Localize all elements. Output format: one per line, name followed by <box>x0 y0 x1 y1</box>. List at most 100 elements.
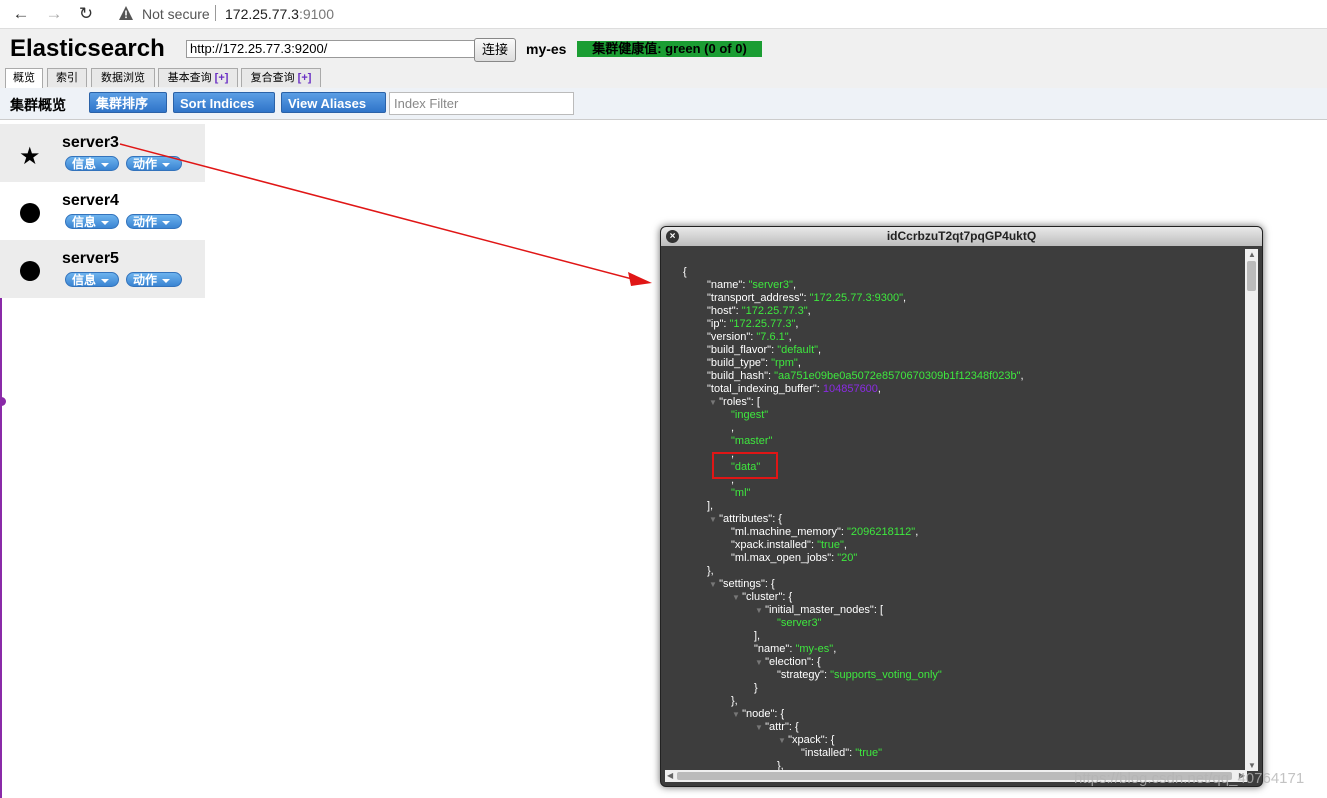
json-line: ▼ "initial_master_nodes": [ <box>755 604 883 617</box>
json-line: ▼ "attr": { <box>755 721 799 734</box>
collapse-triangle-icon[interactable]: ▼ <box>709 398 719 407</box>
json-line: ▼ "cluster": { <box>732 591 792 604</box>
json-line: ▼ "settings": { <box>709 578 775 591</box>
json-number: 104857600 <box>822 383 878 395</box>
vertical-scrollbar[interactable]: ▲ ▼ <box>1245 249 1258 771</box>
json-value: "master" <box>731 435 773 447</box>
json-key: "build_hash": <box>707 370 775 382</box>
json-comma: , <box>903 292 907 304</box>
json-value: "true" <box>817 539 844 551</box>
scroll-thumb[interactable] <box>1247 261 1256 291</box>
json-value: "default" <box>777 344 819 356</box>
collapse-triangle-icon[interactable]: ▼ <box>732 710 742 719</box>
json-comma: , <box>788 331 792 343</box>
json-key: "installed": <box>801 747 856 759</box>
json-comma: , <box>915 526 919 538</box>
json-value: "7.6.1" <box>756 331 789 343</box>
json-key: "xpack": { <box>788 734 835 746</box>
json-value: "172.25.77.3:9300" <box>809 292 904 304</box>
json-key: "name": <box>707 279 749 291</box>
json-line: "ip": "172.25.77.3", <box>707 318 798 331</box>
node-info-dialog: idCcrbzuT2qt7pqGP4uktQ × { "name": "serv… <box>660 226 1263 787</box>
json-brace: } <box>754 682 758 694</box>
json-value: "2096218112" <box>847 526 916 538</box>
json-brace: }, <box>707 565 714 577</box>
json-key: "roles": [ <box>719 396 760 408</box>
json-value: "server3" <box>748 279 793 291</box>
json-line: ▼ "attributes": { <box>709 513 782 526</box>
json-value: "20" <box>837 552 858 564</box>
json-comma: , <box>792 279 797 291</box>
json-line: ▼ "election": { <box>755 656 821 669</box>
json-bracket: ], <box>754 630 761 642</box>
json-line: "ml.machine_memory": "2096218112", <box>731 526 918 539</box>
json-value: "supports_voting_only" <box>830 669 942 681</box>
json-key: "build_type": <box>707 357 772 369</box>
json-comma: , <box>1020 370 1024 382</box>
json-comma: , <box>818 344 822 356</box>
json-line: "host": "172.25.77.3", <box>707 305 811 318</box>
scroll-down-icon[interactable]: ▼ <box>1248 761 1256 770</box>
json-value: "my-es" <box>795 643 834 655</box>
json-key: "cluster": { <box>742 591 793 603</box>
watermark: https://blog.csdn.net/qq_40764171 <box>1074 770 1305 787</box>
json-key: "election": { <box>765 656 821 668</box>
json-brace: { <box>683 266 687 278</box>
json-key: "host": <box>707 305 742 317</box>
json-bracket: ], <box>707 500 714 512</box>
json-line: "name": "my-es", <box>754 643 836 656</box>
json-line: "name": "server3", <box>707 279 796 292</box>
json-key: "ml.machine_memory": <box>731 526 848 538</box>
json-line: "total_indexing_buffer": 104857600, <box>707 383 881 396</box>
json-key: "settings": { <box>719 578 775 590</box>
json-comma: , <box>797 357 801 369</box>
json-line: "installed": "true" <box>801 747 882 760</box>
json-value: "rpm" <box>771 357 798 369</box>
json-value: "server3" <box>777 617 822 629</box>
collapse-triangle-icon[interactable]: ▼ <box>778 736 788 745</box>
json-line: "build_hash": "aa751e09be0a5072e85706703… <box>707 370 1024 383</box>
scroll-up-icon[interactable]: ▲ <box>1248 250 1256 259</box>
json-key: "node": { <box>742 708 785 720</box>
json-key: "build_flavor": <box>707 344 778 356</box>
dialog-title: idCcrbzuT2qt7pqGP4uktQ <box>661 227 1262 246</box>
json-value: "ingest" <box>731 409 769 421</box>
json-brace: }, <box>731 695 738 707</box>
scroll-left-icon[interactable]: ◀ <box>667 771 673 780</box>
json-comma: , <box>807 305 811 317</box>
json-line: ▼ "xpack": { <box>778 734 834 747</box>
json-key: "attr": { <box>765 721 799 733</box>
collapse-triangle-icon[interactable]: ▼ <box>755 606 765 615</box>
json-line: "xpack.installed": "true", <box>731 539 847 552</box>
json-line: "build_flavor": "default", <box>707 344 821 357</box>
json-key: "attributes": { <box>719 513 782 525</box>
json-line: "build_type": "rpm", <box>707 357 801 370</box>
json-comma: , <box>731 422 735 434</box>
json-key: "transport_address": <box>707 292 810 304</box>
json-key: "version": <box>707 331 757 343</box>
json-key: "name": <box>754 643 796 655</box>
collapse-triangle-icon[interactable]: ▼ <box>709 515 719 524</box>
json-key: "xpack.installed": <box>731 539 818 551</box>
json-comma: , <box>877 383 881 395</box>
json-value: "172.25.77.3" <box>729 318 796 330</box>
json-value: "172.25.77.3" <box>741 305 808 317</box>
json-viewer: { "name": "server3", "transport_address"… <box>665 249 1247 771</box>
json-comma: , <box>795 318 799 330</box>
collapse-triangle-icon[interactable]: ▼ <box>755 658 765 667</box>
json-key: "initial_master_nodes": [ <box>765 604 884 616</box>
collapse-triangle-icon[interactable]: ▼ <box>732 593 742 602</box>
json-value: "aa751e09be0a5072e8570670309b1f12348f023… <box>774 370 1021 382</box>
json-line: "ml.max_open_jobs": "20" <box>731 552 857 565</box>
json-key: "ml.max_open_jobs": <box>731 552 838 564</box>
json-comma: , <box>833 643 837 655</box>
collapse-triangle-icon[interactable]: ▼ <box>709 580 719 589</box>
json-value: "true" <box>855 747 883 759</box>
json-line: "version": "7.6.1", <box>707 331 792 344</box>
json-line: "strategy": "supports_voting_only" <box>777 669 942 682</box>
json-value: "ml" <box>731 487 751 499</box>
json-line: ▼ "node": { <box>732 708 784 721</box>
close-icon[interactable]: × <box>666 230 679 243</box>
json-key: "strategy": <box>777 669 831 681</box>
collapse-triangle-icon[interactable]: ▼ <box>755 723 765 732</box>
